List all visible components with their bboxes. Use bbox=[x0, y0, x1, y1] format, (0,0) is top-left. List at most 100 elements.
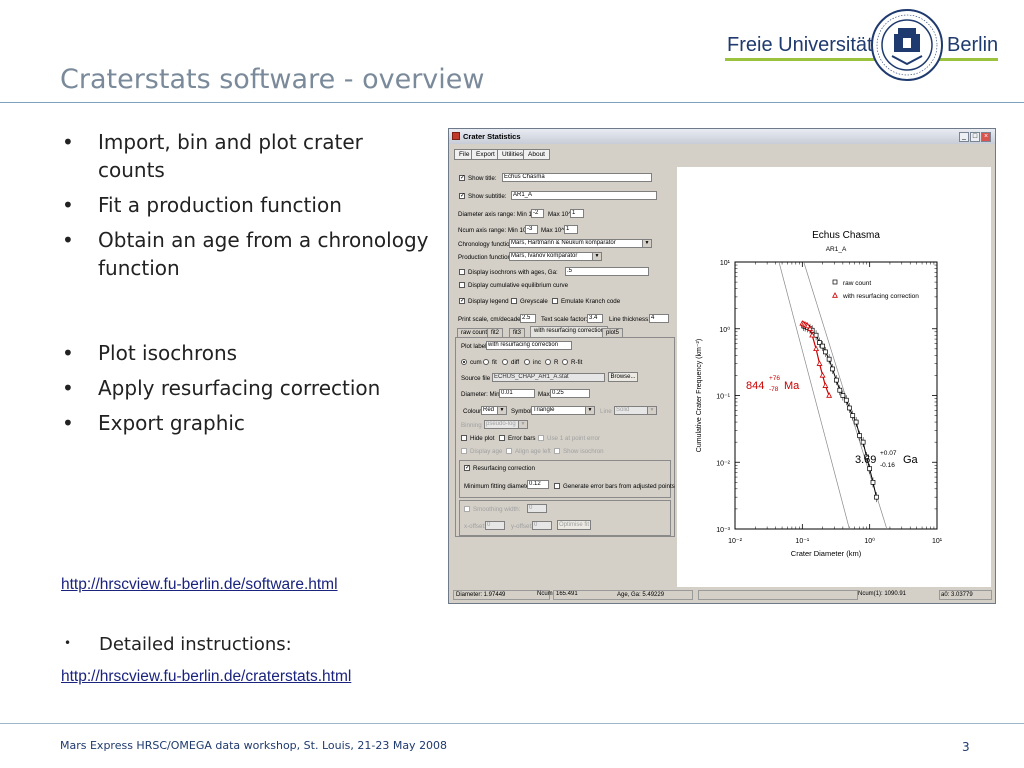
hide-plot-checkbox[interactable] bbox=[461, 435, 467, 441]
plot-label-input[interactable]: with resurfacing correction bbox=[486, 341, 572, 350]
display-age-checkbox[interactable] bbox=[461, 448, 467, 454]
symbol-value: Triangle bbox=[533, 407, 555, 413]
title-input[interactable]: Echus Chasma bbox=[502, 173, 652, 182]
source-file-input[interactable]: ECHUS_CHAP_AR1_A.stat bbox=[492, 373, 605, 382]
menu-export-button[interactable]: Export bbox=[471, 149, 500, 160]
diameter-min-input[interactable]: -2 bbox=[531, 209, 544, 218]
use-fit-point-checkbox[interactable] bbox=[538, 435, 544, 441]
bullet-item: • Export graphic bbox=[60, 409, 435, 437]
display-legend-checkbox[interactable]: ✓ bbox=[459, 298, 465, 304]
y-tick-label: 10⁰ bbox=[719, 326, 730, 334]
ncum-max-input[interactable]: 1 bbox=[564, 225, 578, 234]
legend-square-icon bbox=[832, 279, 838, 285]
software-link[interactable]: http://hrscview.fu-berlin.de/software.ht… bbox=[61, 576, 338, 594]
radio-r-fit-label: R-fit bbox=[571, 359, 583, 366]
greyscale-checkbox[interactable] bbox=[511, 298, 517, 304]
show-title-label: Show title: bbox=[468, 175, 497, 182]
ncum-min-input[interactable]: -3 bbox=[525, 225, 538, 234]
error-bars-checkbox[interactable] bbox=[499, 435, 505, 441]
status-a0-text: a0: 3.03779 bbox=[941, 592, 973, 598]
smoothing-checkbox[interactable] bbox=[464, 506, 470, 512]
radio-inc[interactable] bbox=[524, 359, 530, 365]
bullet-dot: • bbox=[62, 376, 74, 400]
maximize-icon[interactable]: □ bbox=[970, 132, 980, 142]
browse-button[interactable]: Browse... bbox=[608, 372, 638, 382]
raw-count-point bbox=[833, 377, 839, 383]
line-thickness-input[interactable]: 4 bbox=[649, 314, 669, 323]
smoothing-input[interactable]: 0 bbox=[527, 504, 547, 513]
isochrons-checkbox[interactable] bbox=[459, 269, 465, 275]
line-select[interactable]: Solid ▼ bbox=[614, 406, 657, 415]
production-select[interactable]: Mars, Ivanov komparator ▼ bbox=[509, 252, 602, 261]
isochrons-input[interactable]: .5 bbox=[565, 267, 649, 276]
plot-label-label: Plot label bbox=[461, 343, 487, 350]
colour-select[interactable]: Red ▼ bbox=[481, 406, 507, 415]
emulate-checkbox[interactable] bbox=[552, 298, 558, 304]
symbol-label: Symbol bbox=[511, 408, 532, 415]
text-scale-input[interactable]: 3.4 bbox=[587, 314, 603, 323]
min-fit-diameter-input[interactable]: 0.12 bbox=[527, 480, 549, 489]
radio-r-fit[interactable] bbox=[562, 359, 568, 365]
age-value-black: 3.69 bbox=[855, 454, 876, 466]
raw-count-point bbox=[870, 479, 876, 485]
generate-error-bars-checkbox[interactable] bbox=[554, 483, 560, 489]
print-scale-input[interactable]: 2.5 bbox=[520, 314, 536, 323]
diameter-max-input[interactable]: 1 bbox=[570, 209, 584, 218]
chronology-select[interactable]: Mars, Hartmann & Neukum komparator ▼ bbox=[509, 239, 652, 248]
x-tick-label: 10¹ bbox=[932, 538, 943, 545]
legend-raw-count: raw count bbox=[843, 280, 871, 287]
resurfacing-point bbox=[826, 392, 833, 398]
source-file-label: Source file bbox=[461, 375, 491, 382]
radio-diff[interactable] bbox=[502, 359, 508, 365]
show-subtitle-checkbox[interactable]: ✓ bbox=[459, 193, 465, 199]
window-titlebar bbox=[449, 129, 995, 144]
isochron-left bbox=[778, 261, 850, 530]
footer-text: Mars Express HRSC/OMEGA data workshop, S… bbox=[60, 739, 448, 752]
x-offset-input[interactable]: 0 bbox=[485, 521, 505, 530]
bullet-text: Fit a production function bbox=[98, 193, 342, 217]
chart-title: Echus Chasma bbox=[812, 230, 880, 241]
bullet-item: • Plot isochrons bbox=[60, 339, 435, 367]
align-age-checkbox[interactable] bbox=[506, 448, 512, 454]
chevron-down-icon: ▼ bbox=[647, 407, 656, 414]
radio-cum[interactable] bbox=[461, 359, 467, 365]
subtitle-input[interactable]: AR1_A bbox=[511, 191, 657, 200]
symbol-select[interactable]: Triangle ▼ bbox=[531, 406, 595, 415]
y-tick-label: 10¹ bbox=[720, 260, 731, 267]
display-legend-label: Display legend bbox=[468, 298, 509, 305]
fit-diameter-max-input[interactable]: 0.25 bbox=[550, 389, 590, 398]
hide-plot-label: Hide plot bbox=[470, 435, 495, 442]
bullet-dot: • bbox=[62, 341, 74, 365]
radio-r[interactable] bbox=[545, 359, 551, 365]
status-age bbox=[698, 590, 858, 600]
bullet-text: Import, bin and plot crater counts bbox=[98, 130, 363, 182]
raw-count-fit-line bbox=[811, 329, 877, 498]
print-scale-label: Print scale, cm/decade: bbox=[458, 316, 523, 323]
display-age-label: Display age bbox=[470, 448, 503, 455]
show-title-checkbox[interactable]: ✓ bbox=[459, 175, 465, 181]
radio-fit[interactable] bbox=[483, 359, 489, 365]
raw-count-point bbox=[860, 439, 866, 445]
align-age-label: Align age left bbox=[515, 448, 551, 455]
show-subtitle-label: Show subtitle: bbox=[468, 193, 507, 200]
raw-count-point bbox=[850, 413, 856, 418]
binning-select[interactable]: pseudo-log ▼ bbox=[484, 420, 528, 429]
close-icon[interactable]: × bbox=[981, 132, 991, 142]
y-offset-input[interactable]: 0 bbox=[532, 521, 552, 530]
raw-count-point bbox=[853, 419, 859, 425]
x-axis-label: Crater Diameter (km) bbox=[791, 549, 862, 558]
chronology-value: Mars, Hartmann & Neukum komparator bbox=[511, 240, 616, 246]
craterstats-link[interactable]: http://hrscview.fu-berlin.de/craterstats… bbox=[61, 668, 351, 686]
logo-green-bar bbox=[725, 58, 998, 61]
optimise-fit-button[interactable]: Optimise fit bbox=[557, 520, 591, 530]
raw-count-point bbox=[857, 433, 863, 439]
show-isochron-checkbox[interactable] bbox=[554, 448, 560, 454]
minimize-icon[interactable]: _ bbox=[959, 132, 969, 142]
resurfacing-checkbox[interactable]: ✓ bbox=[464, 465, 470, 471]
age-unit-black: Ga bbox=[903, 454, 919, 466]
radio-diff-label: diff bbox=[511, 359, 520, 366]
fit-diameter-min-input[interactable]: 0.01 bbox=[499, 389, 535, 398]
menu-about-button[interactable]: About bbox=[523, 149, 550, 160]
cumulative-equilibrium-checkbox[interactable] bbox=[459, 282, 465, 288]
plot-area: Echus Chasma AR1_A 10⁻² 10⁻¹ 10⁰ 10¹ 10¹ 10⁰ 10⁻… bbox=[677, 167, 991, 587]
